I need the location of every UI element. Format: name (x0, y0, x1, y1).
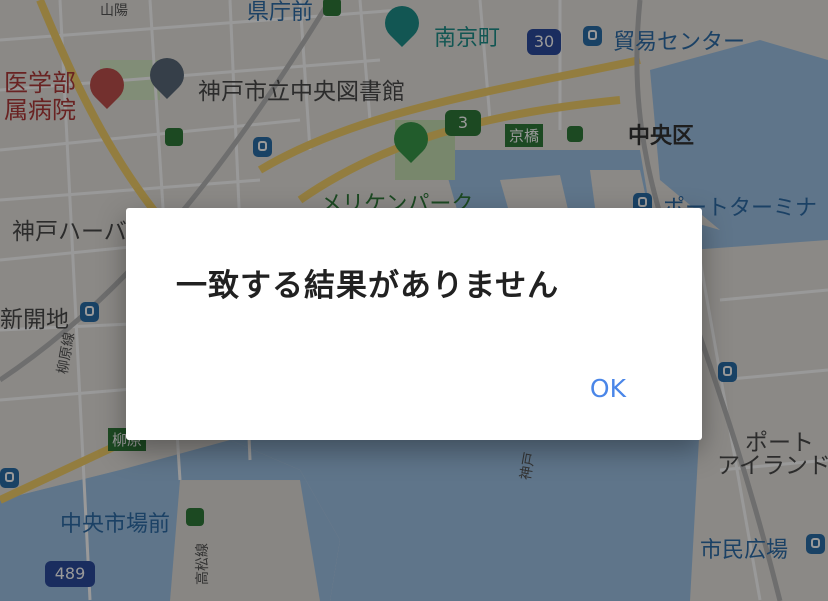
dialog-title: 一致する結果がありません (176, 268, 560, 304)
ok-button[interactable]: OK (584, 370, 632, 407)
no-results-dialog: 一致する結果がありません OK (126, 208, 702, 440)
